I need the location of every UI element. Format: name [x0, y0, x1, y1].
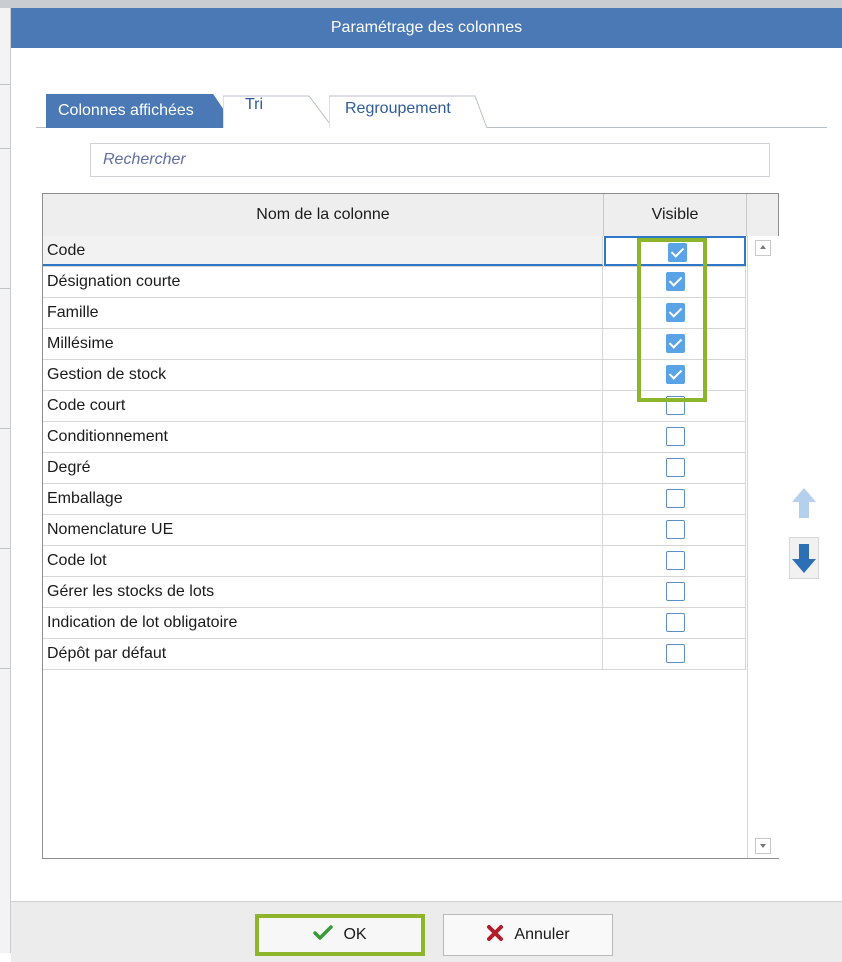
column-name-cell: Famille — [43, 298, 603, 328]
column-name-cell: Degré — [43, 453, 603, 483]
tab-label: Tri — [245, 96, 264, 113]
grid-header: Nom de la colonne Visible — [43, 194, 778, 236]
dialog-title: Paramétrage des colonnes — [11, 8, 842, 48]
column-name-cell: Gestion de stock — [43, 360, 603, 390]
table-row[interactable]: Dépôt par défaut — [43, 639, 746, 670]
visible-cell — [604, 639, 746, 669]
column-name-cell: Conditionnement — [43, 422, 603, 452]
visible-cell — [604, 422, 746, 452]
visible-cell — [604, 453, 746, 483]
background-strip — [0, 0, 842, 8]
ok-button-label: OK — [343, 926, 367, 943]
tab-tri[interactable]: Tri — [223, 94, 333, 128]
column-name-cell: Code — [43, 236, 603, 266]
visible-checkbox[interactable] — [666, 489, 685, 508]
arrow-down-icon — [792, 544, 816, 573]
tab-label: Regroupement — [345, 100, 451, 117]
column-name-cell: Nomenclature UE — [43, 515, 603, 545]
visible-cell — [604, 546, 746, 576]
visible-checkbox[interactable] — [666, 582, 685, 601]
x-icon — [486, 924, 504, 947]
column-name-cell: Code lot — [43, 546, 603, 576]
move-down-button[interactable] — [789, 537, 819, 579]
header-filler — [747, 194, 778, 236]
visible-cell — [604, 608, 746, 638]
column-name-cell: Emballage — [43, 484, 603, 514]
scroll-up-arrow-icon[interactable] — [755, 240, 771, 256]
search-input[interactable] — [91, 144, 769, 176]
visible-checkbox[interactable] — [666, 644, 685, 663]
column-name-cell: Indication de lot obligatoire — [43, 608, 603, 638]
vertical-scrollbar[interactable] — [747, 236, 779, 858]
visible-cell — [604, 577, 746, 607]
check-icon — [313, 924, 334, 946]
table-row[interactable]: Degré — [43, 453, 746, 484]
search-field[interactable] — [90, 143, 770, 177]
table-row[interactable]: Conditionnement — [43, 422, 746, 453]
table-row[interactable]: Emballage — [43, 484, 746, 515]
tab-bar: Colonnes affichées Tri Regroupement — [11, 80, 827, 128]
tab-colonnes-affichees[interactable]: Colonnes affichées — [46, 94, 236, 128]
table-row[interactable]: Code lot — [43, 546, 746, 577]
visible-highlight-annotation — [637, 238, 707, 402]
column-header-name[interactable]: Nom de la colonne — [43, 194, 604, 236]
column-name-cell: Millésime — [43, 329, 603, 359]
table-row[interactable]: Indication de lot obligatoire — [43, 608, 746, 639]
visible-cell — [604, 484, 746, 514]
column-name-cell: Code court — [43, 391, 603, 421]
tab-label: Colonnes affichées — [58, 102, 194, 119]
column-header-visible[interactable]: Visible — [604, 194, 747, 236]
column-name-cell: Désignation courte — [43, 267, 603, 297]
table-row[interactable]: Nomenclature UE — [43, 515, 746, 546]
column-name-cell: Dépôt par défaut — [43, 639, 603, 669]
tab-regroupement[interactable]: Regroupement — [329, 94, 489, 128]
column-settings-dialog: Paramétrage des colonnes Colonnes affich… — [11, 8, 842, 962]
arrow-up-icon — [792, 488, 816, 518]
visible-checkbox[interactable] — [666, 458, 685, 477]
cancel-button-label: Annuler — [514, 926, 570, 943]
visible-checkbox[interactable] — [666, 520, 685, 539]
visible-checkbox[interactable] — [666, 551, 685, 570]
visible-cell — [604, 515, 746, 545]
column-name-cell: Gérer les stocks de lots — [43, 577, 603, 607]
table-row[interactable]: Gérer les stocks de lots — [43, 577, 746, 608]
scroll-down-arrow-icon[interactable] — [755, 838, 771, 854]
move-up-button[interactable] — [789, 485, 819, 521]
background-window-edge — [0, 8, 11, 953]
visible-checkbox[interactable] — [666, 613, 685, 632]
cancel-button[interactable]: Annuler — [443, 914, 613, 956]
ok-button[interactable]: OK — [255, 914, 425, 956]
visible-checkbox[interactable] — [666, 427, 685, 446]
